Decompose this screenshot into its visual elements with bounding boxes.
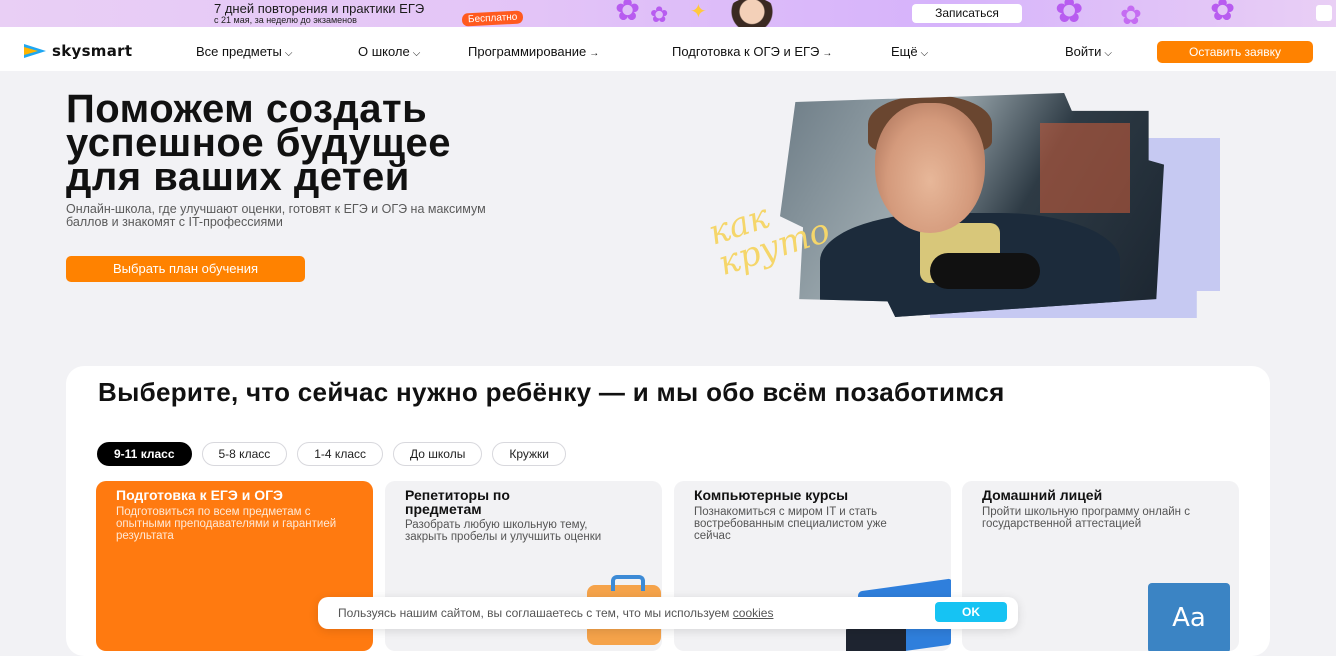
- flower-decoration-icon: ✿: [1055, 0, 1084, 27]
- leave-request-button[interactable]: Оставить заявку: [1157, 41, 1313, 63]
- tab-1-4[interactable]: 1-4 класс: [297, 442, 383, 466]
- nav-label: Подготовка к ОГЭ и ЕГЭ: [672, 44, 820, 59]
- nav-label: Все предметы: [196, 44, 282, 59]
- book-icon: Aa: [1148, 583, 1230, 651]
- card-description: Подготовиться по всем предметам с опытны…: [116, 506, 337, 542]
- nav-exam-prep[interactable]: Подготовка к ОГЭ и ЕГЭ →: [672, 44, 832, 59]
- nav-label: О школе: [358, 44, 410, 59]
- nav-programming[interactable]: Программирование →: [468, 44, 599, 59]
- arrow-right-icon: →: [822, 48, 833, 59]
- card-description: Познакомиться с миром IT и стать востреб…: [694, 506, 887, 542]
- nav-label: Программирование: [468, 44, 587, 59]
- chevron-down-icon: ⌵: [284, 48, 293, 59]
- hero-title: Поможем создать успешное будущее для ваш…: [66, 89, 686, 199]
- flower-decoration-icon: ✿: [1210, 0, 1236, 27]
- flower-decoration-icon: ✿: [615, 0, 641, 27]
- card-title: Репетиторы по предметам: [405, 487, 510, 517]
- promo-subtitle: с 21 мая, за неделю до экзаменов: [214, 15, 357, 25]
- cookie-text: Пользуясь нашим сайтом, вы соглашаетесь …: [338, 606, 773, 620]
- hero-subtitle: Онлайн-школа, где улучшают оценки, готов…: [66, 202, 486, 229]
- cookie-banner: Пользуясь нашим сайтом, вы соглашаетесь …: [318, 597, 1018, 629]
- tab-5-8[interactable]: 5-8 класс: [201, 442, 288, 466]
- tab-clubs[interactable]: Кружки: [492, 442, 566, 466]
- chevron-down-icon: ⌵: [412, 48, 421, 59]
- gamepad-image: [930, 253, 1040, 289]
- cookie-ok-button[interactable]: OK: [935, 602, 1007, 622]
- nav-more[interactable]: Ещё ⌵: [891, 44, 928, 59]
- promo-close-button[interactable]: [1316, 5, 1332, 21]
- card-title: Компьютерные курсы: [694, 487, 849, 503]
- cookie-message: Пользуясь нашим сайтом, вы соглашаетесь …: [338, 606, 730, 620]
- hero-title-line: для ваших детей: [66, 155, 410, 199]
- promo-free-badge: Бесплатно: [461, 10, 524, 27]
- site-header: skysmart Все предметы ⌵ О школе ⌵ Программ…: [0, 27, 1336, 71]
- card-description: Разобрать любую школьную тему, закрыть п…: [405, 519, 602, 543]
- chevron-down-icon: ⌵: [920, 48, 929, 59]
- choose-plan-button[interactable]: Выбрать план обучения: [66, 256, 305, 282]
- hero-photo: [780, 93, 1164, 317]
- nav-about-school[interactable]: О школе ⌵: [358, 44, 420, 59]
- logo-icon: [24, 44, 46, 58]
- chevron-down-icon: ⌵: [1104, 48, 1112, 59]
- tab-preschool[interactable]: До школы: [393, 442, 483, 466]
- tab-9-11[interactable]: 9-11 класс: [97, 442, 192, 466]
- flower-decoration-icon: ✿: [1120, 0, 1142, 27]
- flower-decoration-icon: ✿: [650, 2, 669, 27]
- nav-label: Ещё: [891, 44, 918, 59]
- grade-tabs: 9-11 класс 5-8 класс 1-4 класс До школы …: [97, 442, 576, 466]
- logo[interactable]: skysmart: [24, 42, 132, 60]
- star-decoration-icon: ✦: [690, 1, 707, 23]
- login-label: Войти: [1065, 44, 1102, 59]
- logo-text: skysmart: [52, 42, 133, 60]
- card-description: Пройти школьную программу онлайн с госуд…: [982, 506, 1190, 530]
- nav-all-subjects[interactable]: Все предметы ⌵: [196, 44, 292, 59]
- section-title: Выберите, что сейчас нужно ребёнку — и м…: [98, 377, 1005, 407]
- promo-title: 7 дней повторения и практики ЕГЭ: [214, 1, 425, 16]
- promo-image: [720, 0, 784, 27]
- cookies-link[interactable]: cookies: [733, 606, 774, 620]
- arrow-right-icon: →: [589, 48, 600, 59]
- promo-banner[interactable]: ✿ ✿ ✿ ✿ ✿ ✦ 7 дней повторения и практики…: [0, 0, 1336, 27]
- card-title: Подготовка к ЕГЭ и ОГЭ: [116, 487, 283, 503]
- card-title: Домашний лицей: [982, 487, 1103, 503]
- login-menu[interactable]: Войти ⌵: [1065, 44, 1112, 59]
- promo-signup-button[interactable]: Записаться: [912, 4, 1022, 23]
